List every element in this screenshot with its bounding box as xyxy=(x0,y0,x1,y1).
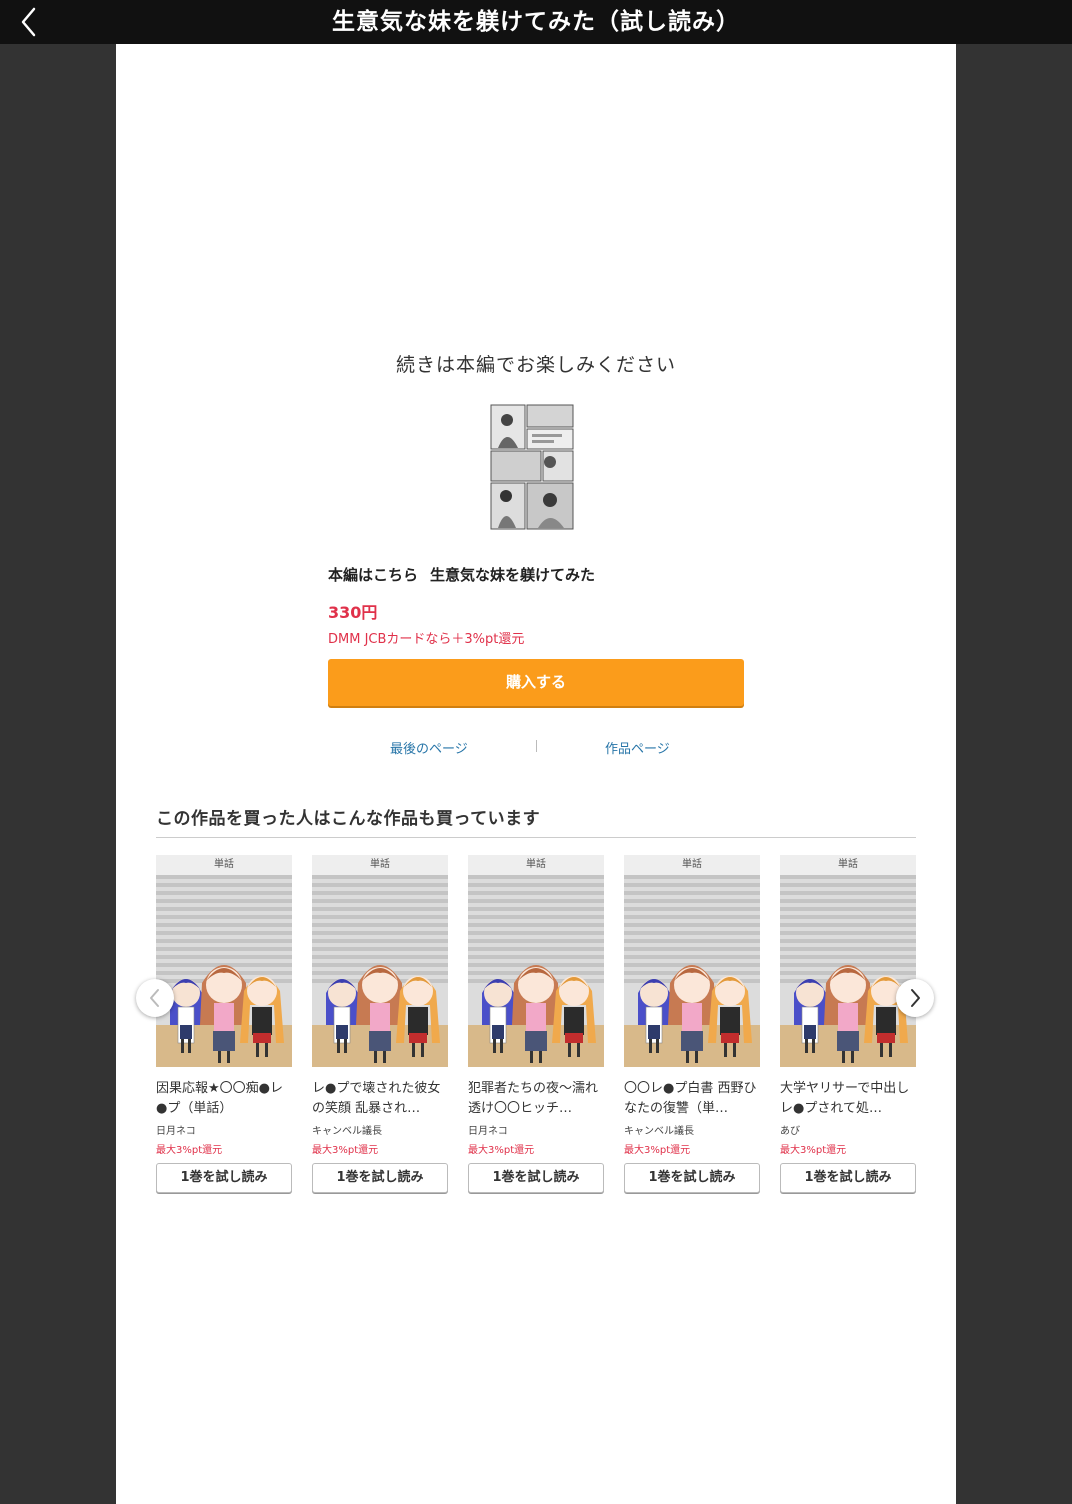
recommend-author[interactable]: 日月ネコ xyxy=(156,1122,292,1138)
recommend-points: 最大3%pt還元 xyxy=(780,1145,847,1156)
link-divider xyxy=(536,740,537,752)
recommend-cover[interactable]: 単話 xyxy=(156,855,292,1067)
page-title: 生意気な妹を躾けてみた（試し読み） xyxy=(332,9,740,35)
carousel-next-button[interactable] xyxy=(896,979,934,1017)
recommend-title[interactable]: レ●プで壊された彼女の笑顔 乱暴され… xyxy=(312,1079,448,1119)
work-page-link[interactable]: 作品ページ xyxy=(605,738,670,757)
recommend-title[interactable]: 因果応報★〇〇痴●レ●プ（単話） xyxy=(156,1079,292,1119)
recommend-points: 最大3%pt還元 xyxy=(312,1145,379,1156)
trial-read-button[interactable]: 1巻を試し読み xyxy=(468,1163,604,1193)
trial-read-button[interactable]: 1巻を試し読み xyxy=(156,1163,292,1193)
main-title-link[interactable]: 本編はこちら 生意気な妹を躾けてみた xyxy=(328,564,595,585)
recommend-title[interactable]: 犯罪者たちの夜〜濡れ透け〇〇ヒッチ… xyxy=(468,1079,604,1119)
last-page-link[interactable]: 最後のページ xyxy=(390,738,468,757)
continue-message: 続きは本編でお楽しみください xyxy=(395,354,676,376)
price: 330円 xyxy=(328,603,378,622)
cover-illustration xyxy=(624,875,760,1067)
carousel-prev-button[interactable] xyxy=(136,979,174,1017)
recommend-card[interactable]: 単話大学ヤリサーで中出しレ●プされて処… あび最大3%pt還元 1巻を試し読み xyxy=(780,855,916,1193)
trial-read-button[interactable]: 1巻を試し読み xyxy=(780,1163,916,1193)
recommend-card[interactable]: 単話犯罪者たちの夜〜濡れ透け〇〇ヒッチ… 日月ネコ最大3%pt還元 1巻を試し読み xyxy=(468,855,604,1193)
main-cover-image[interactable] xyxy=(490,404,574,530)
format-tag: 単話 xyxy=(468,855,604,875)
chevron-right-icon xyxy=(911,989,920,1007)
recommend-card[interactable]: 単話レ●プで壊された彼女の笑顔 乱暴され… キャンベル議長最大3%pt還元 1巻を試… xyxy=(312,855,448,1193)
recommend-author[interactable]: 日月ネコ xyxy=(468,1122,604,1138)
recommend-author[interactable]: キャンベル議長 xyxy=(312,1122,448,1138)
recommend-points: 最大3%pt還元 xyxy=(468,1145,535,1156)
chevron-left-icon xyxy=(21,7,36,37)
recommend-card[interactable]: 単話〇〇レ●プ白書 西野ひなたの復讐（単… キャンベル議長最大3%pt還元 1巻を試… xyxy=(624,855,760,1193)
top-bar: 生意気な妹を躾けてみた（試し読み） xyxy=(0,0,1072,44)
back-button[interactable] xyxy=(14,6,46,38)
recommend-author[interactable]: あび xyxy=(780,1122,916,1138)
recommend-author[interactable]: キャンベル議長 xyxy=(624,1122,760,1138)
chevron-left-icon xyxy=(150,989,159,1007)
section-divider xyxy=(156,837,916,838)
trial-read-button[interactable]: 1巻を試し読み xyxy=(624,1163,760,1193)
recommend-card[interactable]: 単話因果応報★〇〇痴●レ●プ（単話） 日月ネコ最大3%pt還元 1巻を試し読み xyxy=(156,855,292,1193)
recommend-title[interactable]: 〇〇レ●プ白書 西野ひなたの復讐（単… xyxy=(624,1079,760,1119)
cover-illustration xyxy=(468,875,604,1067)
recommend-points: 最大3%pt還元 xyxy=(624,1145,691,1156)
reader-end-page: 続きは本編でお楽しみください 本編はこちら 生意気な妹を躾けてみた 330円 DM… xyxy=(116,44,956,1504)
recommend-cover[interactable]: 単話 xyxy=(780,855,916,1067)
points-note: DMM JCBカードなら＋3%pt還元 xyxy=(328,632,525,647)
cover-illustration xyxy=(156,875,292,1067)
trial-read-button[interactable]: 1巻を試し読み xyxy=(312,1163,448,1193)
format-tag: 単話 xyxy=(624,855,760,875)
format-tag: 単話 xyxy=(312,855,448,875)
cover-illustration xyxy=(312,875,448,1067)
recommend-points: 最大3%pt還元 xyxy=(156,1145,223,1156)
cover-illustration xyxy=(780,875,916,1067)
format-tag: 単話 xyxy=(156,855,292,875)
recommend-title[interactable]: 大学ヤリサーで中出しレ●プされて処… xyxy=(780,1079,916,1119)
main-title: 生意気な妹を躾けてみた xyxy=(430,566,596,584)
format-tag: 単話 xyxy=(780,855,916,875)
recommend-cover[interactable]: 単話 xyxy=(312,855,448,1067)
buy-button[interactable]: 購入する xyxy=(328,659,744,706)
recommend-cover[interactable]: 単話 xyxy=(468,855,604,1067)
recommend-cover[interactable]: 単話 xyxy=(624,855,760,1067)
main-label: 本編はこちら xyxy=(328,566,419,584)
recommend-heading: この作品を買った人はこんな作品も買っています xyxy=(156,809,541,829)
